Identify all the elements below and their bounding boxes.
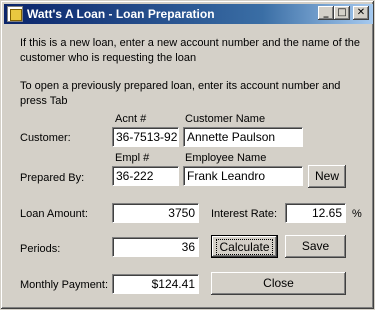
app-icon bbox=[7, 6, 23, 22]
periods-label: Periods: bbox=[20, 243, 61, 255]
loan-preparation-window: Watt's A Loan - Loan Preparation _ □ ✕ I… bbox=[0, 0, 375, 310]
loan-amount-field[interactable]: 3750 bbox=[112, 203, 199, 223]
loan-amount-label: Loan Amount: bbox=[20, 208, 88, 220]
interest-rate-field[interactable]: 12.65 bbox=[285, 203, 346, 223]
close-button-label: Close bbox=[263, 276, 294, 290]
interest-rate-label: Interest Rate: bbox=[211, 208, 278, 220]
customer-label: Customer: bbox=[20, 132, 71, 144]
close-window-button[interactable]: ✕ bbox=[353, 6, 369, 20]
customer-name-header: Customer Name bbox=[185, 113, 266, 125]
minimize-button[interactable]: _ bbox=[318, 6, 334, 20]
monthly-payment-label: Monthly Payment: bbox=[20, 279, 109, 291]
new-button[interactable]: New bbox=[308, 165, 346, 188]
employee-name-field[interactable]: Frank Leandro bbox=[183, 166, 303, 186]
percent-sign: % bbox=[352, 208, 362, 220]
window-title: Watt's A Loan - Loan Preparation bbox=[27, 7, 215, 21]
save-button[interactable]: Save bbox=[285, 235, 346, 258]
instruction-line-3: To open a previously prepared loan, ente… bbox=[20, 80, 341, 92]
employee-number-field[interactable]: 36-222 bbox=[112, 166, 179, 186]
customer-name-field[interactable]: Annette Paulson bbox=[183, 127, 303, 147]
monthly-payment-field: $124.41 bbox=[112, 274, 199, 294]
employee-name-header: Employee Name bbox=[185, 152, 267, 164]
instruction-line-1: If this is a new loan, enter a new accou… bbox=[20, 37, 360, 49]
prepared-by-label: Prepared By: bbox=[20, 172, 85, 184]
acnt-number-header: Acnt # bbox=[115, 113, 147, 125]
instruction-line-4: press Tab bbox=[20, 95, 68, 107]
account-number-field[interactable]: 36-7513-92 bbox=[112, 127, 179, 147]
maximize-button[interactable]: □ bbox=[334, 6, 350, 20]
calculate-button[interactable]: Calculate bbox=[211, 235, 278, 258]
new-button-label: New bbox=[314, 169, 339, 183]
save-button-label: Save bbox=[301, 239, 330, 253]
close-button[interactable]: Close bbox=[211, 272, 346, 295]
employee-number-header: Empl # bbox=[115, 152, 150, 164]
calculate-button-label: Calculate bbox=[216, 239, 273, 255]
periods-field[interactable]: 36 bbox=[112, 237, 199, 257]
title-bar[interactable]: Watt's A Loan - Loan Preparation _ □ ✕ bbox=[4, 4, 373, 24]
instruction-line-2: customer who is requesting the loan bbox=[20, 52, 197, 64]
